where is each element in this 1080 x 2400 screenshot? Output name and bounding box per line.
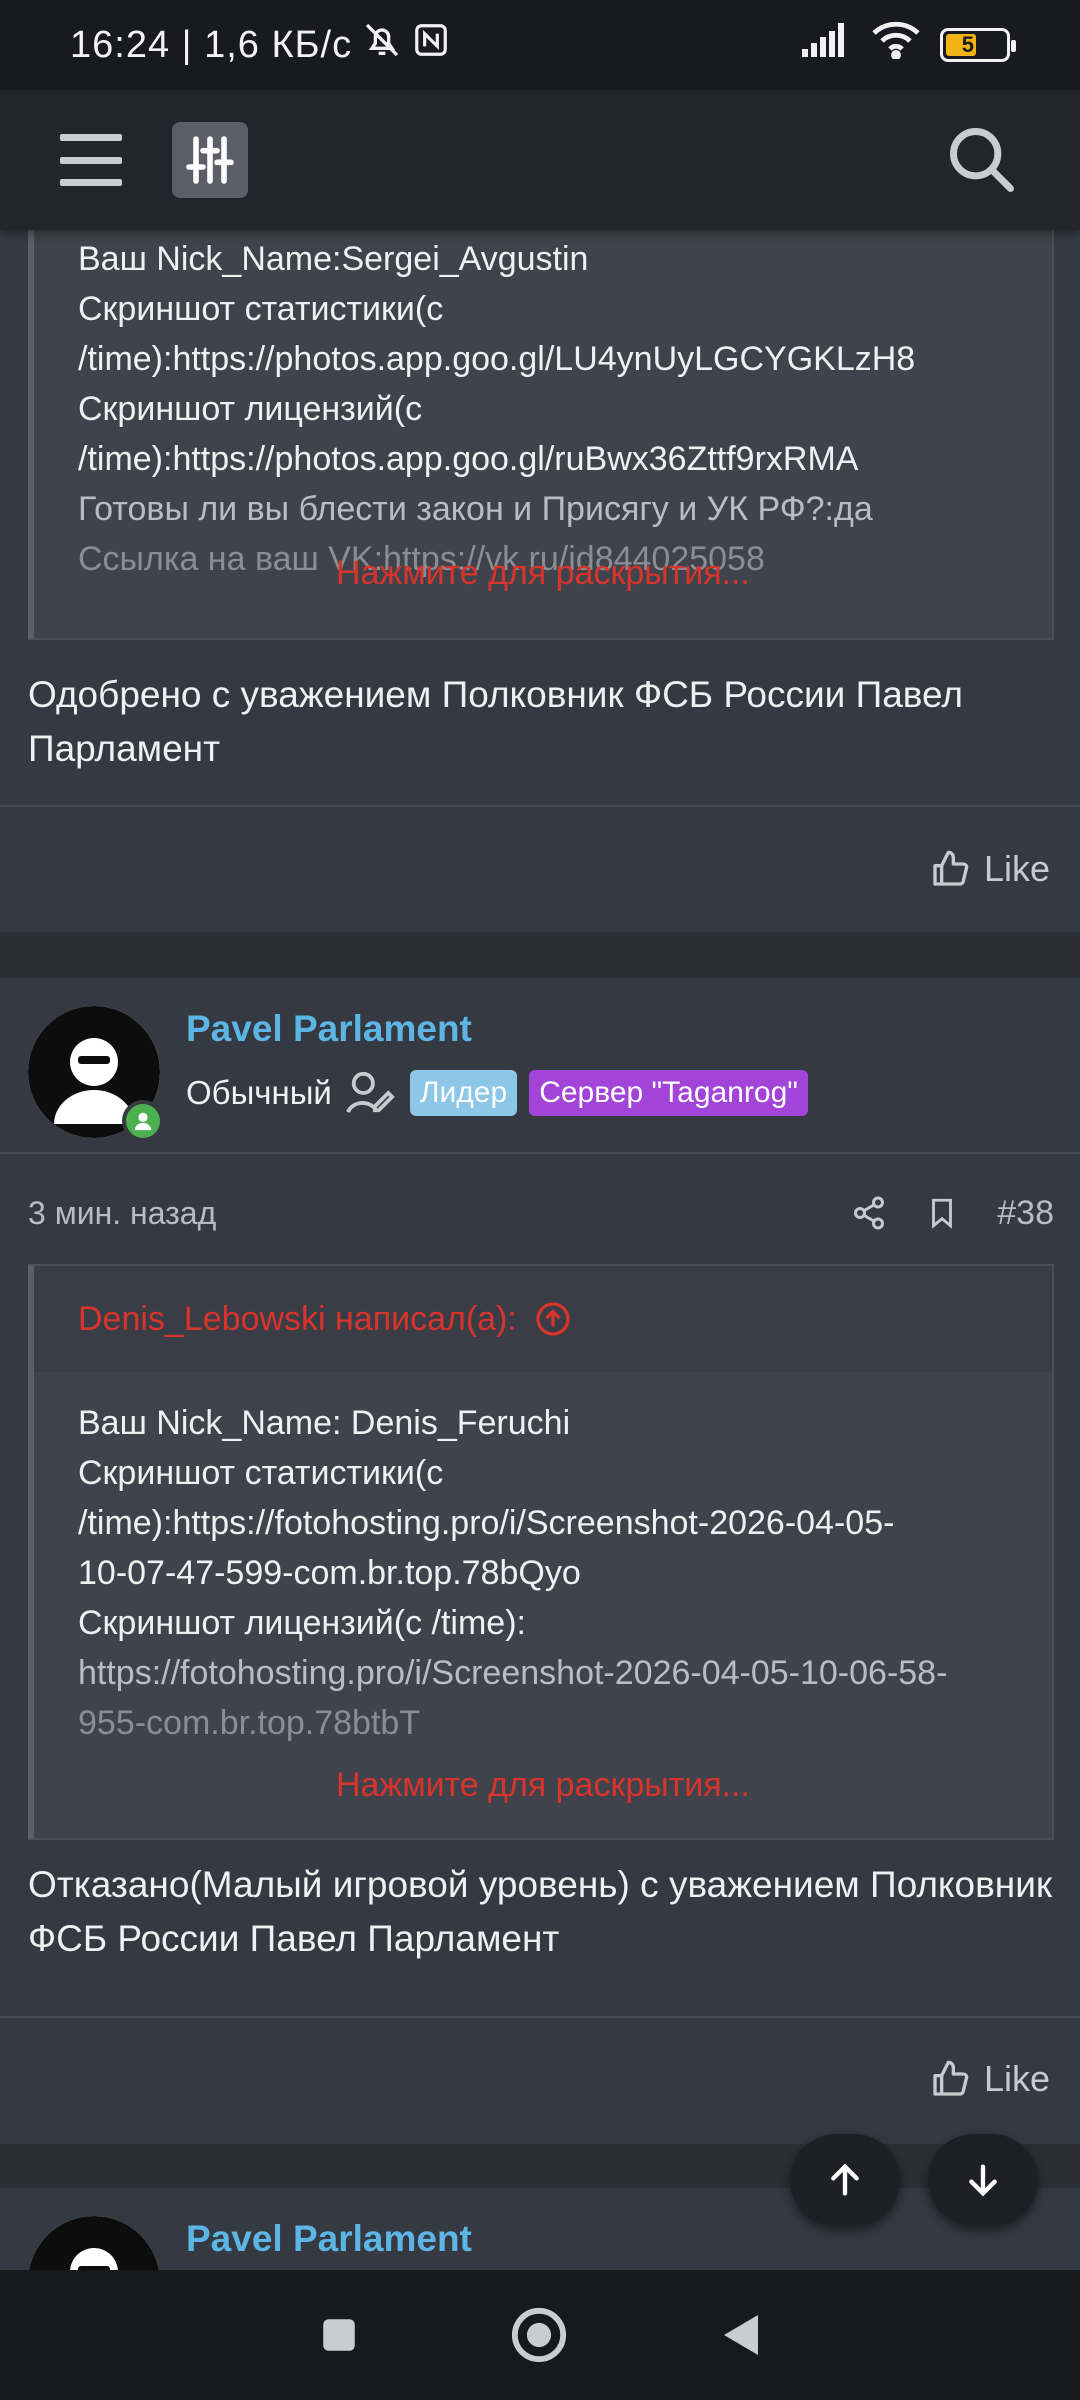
user-info-row: Обычный Лидер Сервер "Taganrog" — [186, 1070, 808, 1116]
quote-body: Ваш Nick_Name: Denis_Feruchi Скриншот ст… — [34, 1372, 1052, 1748]
post-message: Одобрено с уважением Полковник ФСБ Росси… — [28, 674, 963, 769]
divider — [0, 2016, 1080, 2018]
like-label: Like — [983, 2058, 1050, 2099]
sliders-icon — [186, 136, 234, 184]
wifi-icon — [872, 21, 920, 69]
quote-line: Ваш Nick_Name: Denis_Feruchi — [78, 1404, 571, 1442]
scroll-up-button[interactable] — [790, 2134, 900, 2226]
recents-square-icon[interactable] — [318, 2314, 360, 2356]
signal-icon — [802, 23, 852, 67]
arrow-down-icon — [969, 2164, 997, 2197]
back-triangle-icon[interactable] — [718, 2311, 762, 2359]
arrow-up-icon — [831, 2163, 859, 2196]
battery-icon: 51 — [940, 28, 1016, 62]
status-time-speed: 16:24 | 1,6 КБ/с — [70, 23, 353, 66]
quote-line: 955-com.br.top.78btbT — [78, 1704, 421, 1742]
app-bar — [0, 90, 1080, 230]
quote-line: /time):https://photos.app.goo.gl/LU4ynUy… — [78, 340, 916, 378]
share-icon[interactable] — [851, 1195, 887, 1231]
hamburger-menu-button[interactable] — [60, 134, 122, 186]
scroll-down-button[interactable] — [928, 2134, 1038, 2226]
search-icon — [950, 128, 1014, 192]
muted-bell-icon — [362, 20, 402, 70]
post-number-link[interactable]: #38 — [997, 1194, 1054, 1233]
divider — [0, 1152, 1080, 1154]
expand-quote-link[interactable]: Нажмите для раскрытия... — [34, 554, 1052, 593]
like-button[interactable]: Like — [930, 848, 1050, 890]
quote-header[interactable]: Denis_Lebowski написал(а): — [34, 1266, 1052, 1372]
quote-line: Скриншот статистики(с — [78, 1454, 444, 1492]
quote-body: Ваш Nick_Name:Sergei_Avgustin Скриншот с… — [34, 230, 1052, 584]
quote-line: Ваш Nick_Name:Sergei_Avgustin — [78, 240, 589, 278]
post-time[interactable]: 3 мин. назад — [28, 1195, 216, 1232]
filter-button[interactable] — [172, 122, 248, 198]
search-button[interactable] — [944, 122, 1020, 198]
username-link[interactable]: Pavel Parlament — [186, 2218, 472, 2260]
thumbs-up-icon — [933, 850, 969, 886]
online-status-icon — [122, 1100, 164, 1142]
home-circle-icon[interactable] — [510, 2306, 568, 2364]
quote-block: Ваш Nick_Name:Sergei_Avgustin Скриншот с… — [28, 230, 1054, 640]
quote-line: /time):https://fotohosting.pro/i/Screens… — [78, 1504, 895, 1542]
divider — [0, 805, 1080, 807]
post-card: Pavel Parlament Обычный Лидер Сервер "Ta… — [0, 978, 1080, 2184]
badge-leader: Лидер — [409, 1070, 518, 1116]
user-edit-icon — [346, 1071, 395, 1114]
avatar[interactable] — [28, 1006, 164, 1142]
like-button[interactable]: Like — [930, 2058, 1050, 2100]
quote-block: Denis_Lebowski написал(а): Ваш Nick_Name… — [28, 1264, 1054, 1840]
quote-line: https://fotohosting.pro/i/Screenshot-202… — [78, 1654, 948, 1692]
quote-line: Готовы ли вы блести закон и Присягу и УК… — [78, 490, 873, 528]
user-title: Обычный — [186, 1074, 332, 1111]
avatar[interactable] — [28, 2216, 160, 2270]
user-avatar-icon — [29, 2216, 159, 2270]
quote-line: 10-07-47-599-com.br.top.78bQyo — [78, 1554, 581, 1592]
post-card: Pavel Parlament — [0, 2188, 1080, 2270]
quote-author[interactable]: Denis_Lebowski написал(а): — [78, 1300, 517, 1339]
post-separator — [0, 932, 1080, 978]
thumbs-up-icon — [933, 2060, 969, 2096]
username-link[interactable]: Pavel Parlament — [186, 1008, 472, 1050]
nfc-icon — [412, 21, 450, 69]
post-separator — [0, 2144, 1080, 2188]
quote-line: Скриншот лицензий(с — [78, 390, 423, 428]
arrow-up-circle-icon[interactable] — [535, 1301, 571, 1337]
expand-quote-link[interactable]: Нажмите для раскрытия... — [34, 1766, 1052, 1805]
post-card: Ваш Nick_Name:Sergei_Avgustin Скриншот с… — [0, 230, 1080, 932]
quote-line: Скриншот статистики(с — [78, 290, 444, 328]
bookmark-icon[interactable] — [925, 1195, 959, 1231]
thread-content[interactable]: Ваш Nick_Name:Sergei_Avgustin Скриншот с… — [0, 230, 1080, 2270]
quote-line: /time):https://photos.app.goo.gl/ruBwx36… — [78, 440, 859, 478]
screen: 16:24 | 1,6 КБ/с 51 Ваш Nick_Name:Sergei… — [0, 0, 1080, 2400]
quote-line: Скриншот лицензий(с /time): — [78, 1604, 526, 1642]
post-meta-row: 3 мин. назад #38 — [28, 1188, 1054, 1238]
battery-level: 51 — [961, 32, 989, 57]
status-bar: 16:24 | 1,6 КБ/с 51 — [0, 0, 1080, 90]
post-message: Отказано(Малый игровой уровень) с уважен… — [28, 1864, 1053, 1959]
badge-server: Сервер "Taganrog" — [529, 1070, 808, 1116]
system-nav-bar — [0, 2270, 1080, 2400]
like-label: Like — [983, 848, 1050, 889]
